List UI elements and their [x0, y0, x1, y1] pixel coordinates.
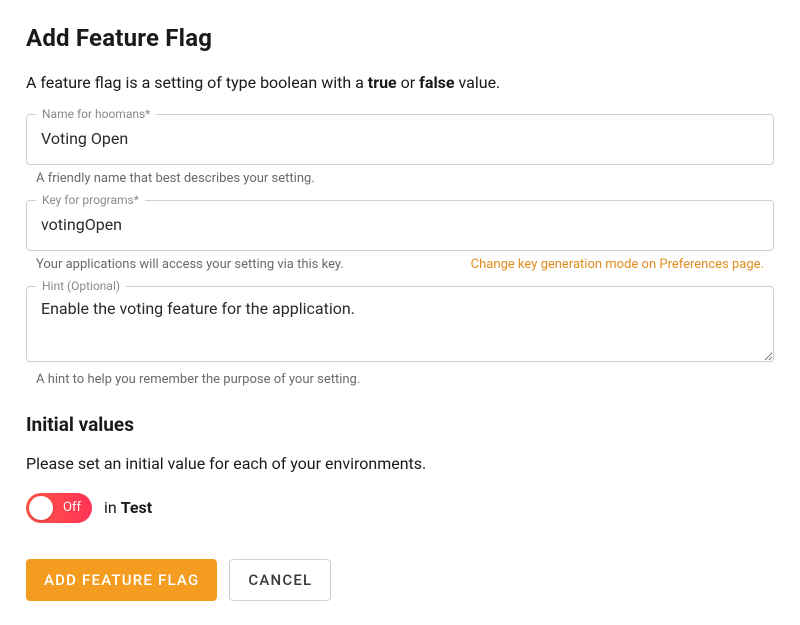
name-helper: A friendly name that best describes your… [36, 171, 315, 186]
key-input[interactable] [26, 200, 774, 251]
toggle-knob [29, 496, 53, 520]
initial-values-desc: Please set an initial value for each of … [26, 454, 774, 473]
toggle-state-label: Off [63, 500, 81, 515]
name-input[interactable] [26, 114, 774, 165]
env-prefix: in [104, 498, 121, 517]
desc-text-2: or [397, 73, 419, 92]
add-feature-flag-button[interactable]: Add Feature Flag [26, 559, 217, 601]
key-prefs-link[interactable]: Change key generation mode on Preference… [471, 257, 764, 272]
hint-label: Hint (Optional) [36, 279, 126, 293]
name-field-group: Name for hoomans* [26, 114, 774, 165]
key-helper: Your applications will access your setti… [36, 257, 344, 272]
initial-values-title: Initial values [26, 413, 774, 436]
cancel-button[interactable]: Cancel [229, 559, 331, 601]
env-name: Test [121, 498, 152, 517]
desc-text-3: value. [455, 73, 501, 92]
desc-text-1: A feature flag is a setting of type bool… [26, 73, 368, 92]
env-label: in Test [104, 498, 152, 517]
key-helper-row: Your applications will access your setti… [26, 257, 774, 272]
key-field-group: Key for programs* [26, 200, 774, 251]
key-label: Key for programs* [36, 193, 145, 207]
hint-field-group: Hint (Optional) [26, 286, 774, 366]
hint-textarea[interactable] [26, 286, 774, 362]
desc-false: false [419, 73, 454, 92]
name-helper-row: A friendly name that best describes your… [26, 171, 774, 186]
feature-flag-description: A feature flag is a setting of type bool… [26, 72, 774, 94]
env-toggle[interactable]: Off [26, 493, 92, 523]
button-row: Add Feature Flag Cancel [26, 559, 774, 601]
env-toggle-row: Off in Test [26, 493, 774, 523]
page-title: Add Feature Flag [26, 24, 774, 52]
hint-helper-row: A hint to help you remember the purpose … [26, 372, 774, 387]
desc-true: true [368, 73, 397, 92]
hint-helper: A hint to help you remember the purpose … [36, 372, 360, 387]
name-label: Name for hoomans* [36, 107, 156, 121]
